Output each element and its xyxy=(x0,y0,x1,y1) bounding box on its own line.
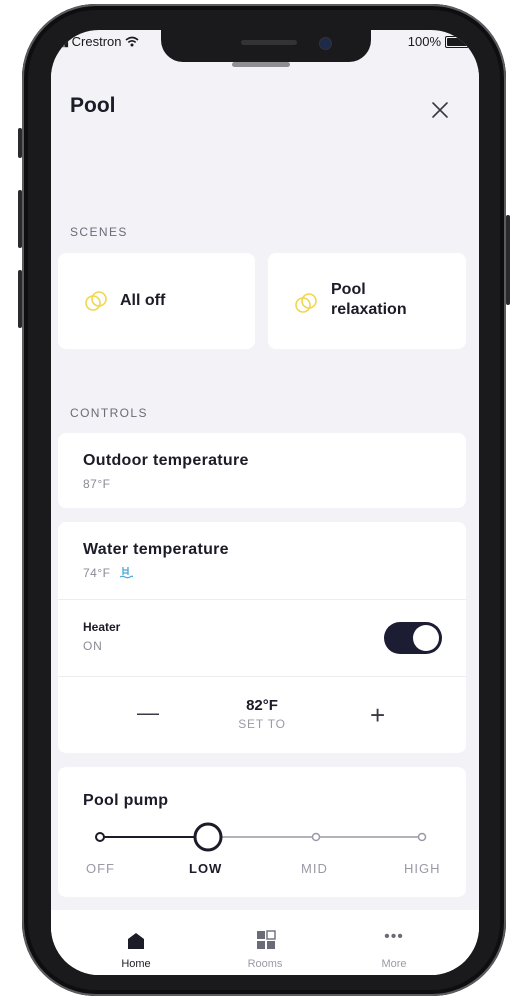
pump-stop-mid[interactable] xyxy=(311,832,321,842)
tab-more-label: More xyxy=(381,958,407,970)
pump-slider-thumb[interactable] xyxy=(193,822,223,852)
screen: ▮▮ Crestron 100% Pool SCENES All off Poo… xyxy=(51,30,479,975)
heater-state: ON xyxy=(83,639,103,653)
pump-level-high[interactable]: HIGH xyxy=(404,861,441,876)
increase-setpoint-button[interactable]: + xyxy=(370,702,385,728)
volume-up-button xyxy=(18,190,22,248)
pool-pump-title: Pool pump xyxy=(83,792,169,809)
battery-icon xyxy=(445,35,469,48)
water-temperature-reading: 74°F xyxy=(83,566,111,580)
tab-more[interactable]: ••• More xyxy=(344,910,444,970)
volume-down-button xyxy=(18,270,22,328)
tab-bar: Home Rooms ••• More xyxy=(51,910,479,975)
more-dots-icon: ••• xyxy=(384,928,404,945)
pool-ladder-icon xyxy=(119,567,134,579)
outdoor-temperature-card[interactable]: Outdoor temperature 87°F xyxy=(58,433,466,508)
mute-switch xyxy=(18,128,22,158)
wifi-icon xyxy=(125,34,139,49)
pump-level-off[interactable]: OFF xyxy=(86,861,115,876)
pump-level-low[interactable]: LOW xyxy=(189,861,222,876)
pool-pump-card: Pool pump OFF LOW MID HIGH xyxy=(58,767,466,897)
pump-stop-off[interactable] xyxy=(95,832,105,842)
setpoint-caption: SET TO xyxy=(238,717,286,731)
scene-label-line1: Pool xyxy=(331,281,366,298)
tab-rooms[interactable]: Rooms xyxy=(215,910,315,970)
pool-sheet: Pool SCENES All off Pool relaxation CONT… xyxy=(51,52,479,970)
divider xyxy=(58,676,466,677)
power-button xyxy=(506,215,510,305)
pump-level-mid[interactable]: MID xyxy=(301,861,328,876)
heater-label: Heater xyxy=(83,620,121,634)
setpoint-value: 82°F xyxy=(246,697,278,714)
scene-rings-icon xyxy=(85,291,107,311)
heater-toggle[interactable] xyxy=(384,622,442,654)
scene-pool-relaxation[interactable]: Pool relaxation xyxy=(268,253,466,349)
pump-stop-high[interactable] xyxy=(417,832,427,842)
toggle-knob xyxy=(413,625,439,651)
status-carrier: ▮▮ Crestron xyxy=(59,34,139,49)
divider xyxy=(58,599,466,600)
water-temperature-value: 74°F xyxy=(83,566,134,580)
scene-label: All off xyxy=(120,292,166,309)
carrier-name: Crestron xyxy=(71,34,122,49)
scene-label-line2: relaxation xyxy=(331,301,407,318)
close-icon[interactable] xyxy=(428,98,452,122)
scene-rings-icon xyxy=(295,293,317,313)
water-temperature-title: Water temperature xyxy=(83,541,229,558)
home-icon xyxy=(128,933,144,949)
outdoor-temperature-value: 87°F xyxy=(83,477,111,491)
battery-percent: 100% xyxy=(407,34,441,49)
scenes-section-label: SCENES xyxy=(70,225,128,239)
tab-home-label: Home xyxy=(121,958,151,970)
controls-section-label: CONTROLS xyxy=(70,406,148,420)
status-battery: 100% xyxy=(408,34,469,49)
close-button[interactable] xyxy=(428,98,452,122)
scene-label: Pool relaxation xyxy=(331,280,407,320)
decrease-setpoint-button[interactable]: — xyxy=(137,700,159,726)
tab-rooms-label: Rooms xyxy=(247,958,283,970)
pump-speed-slider[interactable] xyxy=(78,822,448,852)
speaker xyxy=(241,40,297,45)
sheet-grabber[interactable] xyxy=(232,62,290,67)
front-camera xyxy=(319,37,332,50)
water-temperature-card: Water temperature 74°F Heater ON — 82°F … xyxy=(58,522,466,753)
scene-all-off[interactable]: All off xyxy=(58,253,255,349)
outdoor-temperature-title: Outdoor temperature xyxy=(83,452,249,469)
rooms-grid-icon xyxy=(257,930,276,949)
signal-icon: ▮▮ xyxy=(59,38,69,49)
tab-home[interactable]: Home xyxy=(86,910,186,970)
notch xyxy=(161,30,371,62)
page-title: Pool xyxy=(70,94,116,117)
